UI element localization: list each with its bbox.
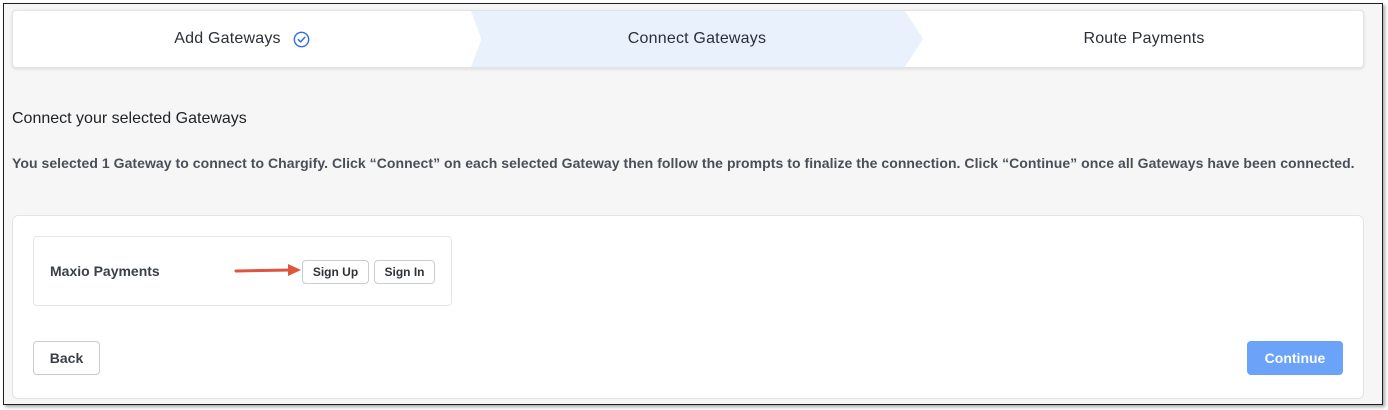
gateway-item: Maxio Payments Sign Up Sign In [33,236,452,306]
step-add-gateways[interactable]: Add Gateways [13,11,471,67]
step-label: Connect Gateways [627,30,767,47]
back-button[interactable]: Back [33,341,100,375]
sign-up-button[interactable]: Sign Up [302,260,369,284]
step-label: Add Gateways [174,30,281,47]
gateway-name: Maxio Payments [50,263,160,279]
gateways-card: Maxio Payments Sign Up Sign In Back Cont… [12,215,1364,399]
page-description: You selected 1 Gateway to connect to Cha… [12,155,1355,171]
step-label: Route Payments [1083,30,1205,47]
step-connect-gateways[interactable]: Connect Gateways [471,11,923,67]
check-circle-icon [293,31,310,47]
annotation-arrow-icon [234,264,301,276]
continue-button[interactable]: Continue [1247,341,1343,375]
app-window: Add Gateways Connect Gateways Route Paym… [3,3,1383,405]
page-title: Connect your selected Gateways [12,110,247,127]
step-route-payments[interactable]: Route Payments [923,11,1363,67]
sign-in-button[interactable]: Sign In [374,260,435,284]
progress-stepper: Add Gateways Connect Gateways Route Paym… [12,10,1364,68]
